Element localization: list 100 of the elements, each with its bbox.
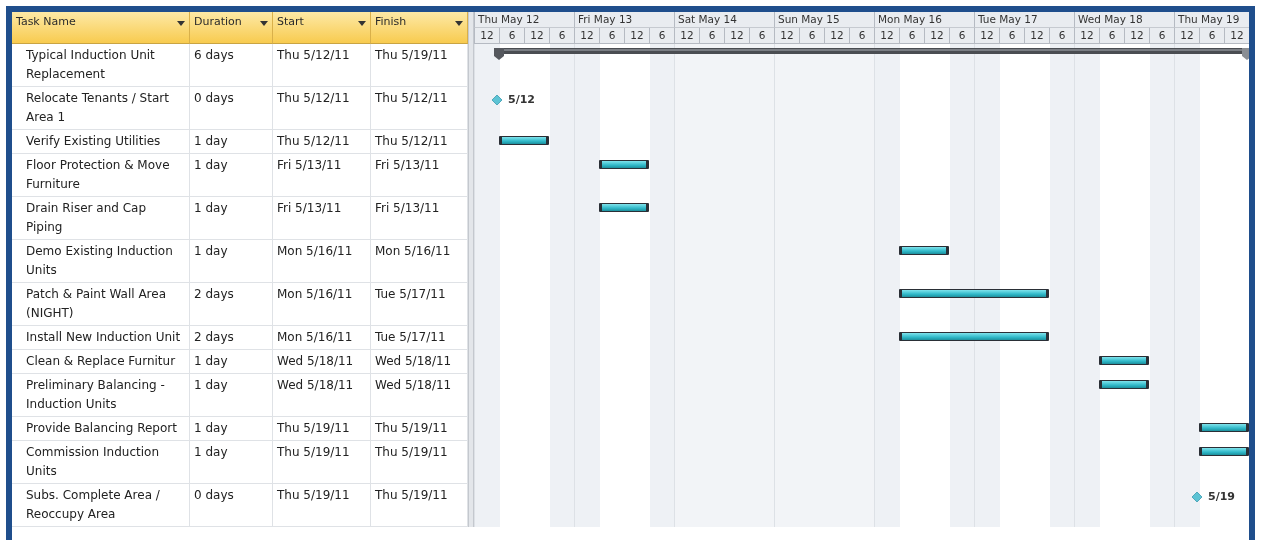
finish-date: Thu 5/12/11 (371, 130, 468, 154)
hour-label: 6 (549, 28, 574, 44)
hour-label: 12 (974, 28, 999, 44)
start-date: Thu 5/12/11 (273, 130, 371, 154)
hour-label: 12 (824, 28, 849, 44)
hour-label: 6 (599, 28, 624, 44)
task-name: Drain Riser and Cap Piping (12, 197, 190, 240)
duration-cell: 1 day (190, 240, 273, 283)
finish-date: Mon 5/16/11 (371, 240, 468, 283)
task-bar (499, 136, 549, 145)
hour-label: 6 (499, 28, 524, 44)
milestone-icon (492, 94, 502, 105)
duration-cell: 1 day (190, 130, 273, 154)
task-name: Floor Protection & Move Furniture (12, 154, 190, 197)
hour-label: 12 (924, 28, 949, 44)
hour-label: 6 (649, 28, 674, 44)
duration-cell: 1 day (190, 417, 273, 441)
start-date: Thu 5/19/11 (273, 441, 371, 484)
finish-date: Tue 5/17/11 (371, 326, 468, 350)
hour-label: 12 (674, 28, 699, 44)
start-date: Thu 5/19/11 (273, 417, 371, 441)
task-bar (1099, 380, 1149, 389)
finish-date: Thu 5/19/11 (371, 44, 468, 87)
finish-date: Thu 5/12/11 (371, 87, 468, 130)
task-name: Demo Existing Induction Units (12, 240, 190, 283)
duration-cell: 0 days (190, 87, 273, 130)
column-header[interactable]: Start (273, 12, 371, 44)
duration-cell: 1 day (190, 374, 273, 417)
hour-label: 12 (524, 28, 549, 44)
hour-label: 12 (1224, 28, 1249, 44)
start-date: Wed 5/18/11 (273, 374, 371, 417)
day-label: Sun May 15 (774, 12, 874, 28)
start-date: Thu 5/12/11 (273, 87, 371, 130)
task-name: Subs. Complete Area / Reoccupy Area (12, 484, 190, 527)
hour-label: 6 (1099, 28, 1124, 44)
start-date: Mon 5/16/11 (273, 283, 371, 326)
start-date: Thu 5/19/11 (273, 484, 371, 527)
hour-label: 12 (774, 28, 799, 44)
hour-label: 6 (1199, 28, 1224, 44)
hour-label: 6 (1049, 28, 1074, 44)
hour-label: 6 (699, 28, 724, 44)
hour-label: 12 (474, 28, 499, 44)
finish-date: Wed 5/18/11 (371, 350, 468, 374)
task-bar (599, 160, 649, 169)
duration-cell: 6 days (190, 44, 273, 87)
task-name: Relocate Tenants / Start Area 1 (12, 87, 190, 130)
day-label: Thu May 19 (1174, 12, 1249, 28)
day-label: Sat May 14 (674, 12, 774, 28)
hour-label: 12 (874, 28, 899, 44)
start-date: Mon 5/16/11 (273, 240, 371, 283)
milestone-label: 5/12 (508, 93, 535, 106)
task-name: Provide Balancing Report (12, 417, 190, 441)
finish-date: Fri 5/13/11 (371, 197, 468, 240)
start-date: Thu 5/12/11 (273, 44, 371, 87)
task-name: Preliminary Balancing - Induction Units (12, 374, 190, 417)
start-date: Fri 5/13/11 (273, 197, 371, 240)
hour-label: 12 (1124, 28, 1149, 44)
milestone-icon (1192, 491, 1202, 502)
task-bar (1199, 423, 1249, 432)
duration-cell: 1 day (190, 154, 273, 197)
day-label: Fri May 13 (574, 12, 674, 28)
hour-label: 6 (749, 28, 774, 44)
hour-label: 6 (1149, 28, 1174, 44)
column-header[interactable]: Duration (190, 12, 273, 44)
hour-label: 6 (949, 28, 974, 44)
task-bar (899, 246, 949, 255)
finish-date: Thu 5/19/11 (371, 484, 468, 527)
day-label: Wed May 18 (1074, 12, 1174, 28)
task-bar (1099, 356, 1149, 365)
day-label: Tue May 17 (974, 12, 1074, 28)
task-name: Typical Induction Unit Replacement (12, 44, 190, 87)
hour-label: 6 (849, 28, 874, 44)
finish-date: Thu 5/19/11 (371, 441, 468, 484)
task-name: Patch & Paint Wall Area (NIGHT) (12, 283, 190, 326)
duration-cell: 2 days (190, 326, 273, 350)
finish-date: Fri 5/13/11 (371, 154, 468, 197)
milestone-label: 5/19 (1208, 490, 1235, 503)
task-name: Install New Induction Unit (12, 326, 190, 350)
hour-label: 12 (1174, 28, 1199, 44)
duration-cell: 1 day (190, 441, 273, 484)
column-header[interactable]: Task Name (12, 12, 190, 44)
hour-label: 6 (799, 28, 824, 44)
caret-icon (177, 21, 185, 26)
finish-date: Tue 5/17/11 (371, 283, 468, 326)
caret-icon (455, 21, 463, 26)
task-bar (1199, 447, 1249, 456)
task-name: Verify Existing Utilities (12, 130, 190, 154)
finish-date: Wed 5/18/11 (371, 374, 468, 417)
task-bar (599, 203, 649, 212)
duration-cell: 2 days (190, 283, 273, 326)
hour-label: 12 (1074, 28, 1099, 44)
caret-icon (260, 21, 268, 26)
column-header[interactable]: Finish (371, 12, 468, 44)
caret-icon (358, 21, 366, 26)
duration-cell: 0 days (190, 484, 273, 527)
hour-label: 12 (574, 28, 599, 44)
finish-date: Thu 5/19/11 (371, 417, 468, 441)
hour-label: 6 (899, 28, 924, 44)
duration-cell: 1 day (190, 197, 273, 240)
task-name: Clean & Replace Furnitur (12, 350, 190, 374)
